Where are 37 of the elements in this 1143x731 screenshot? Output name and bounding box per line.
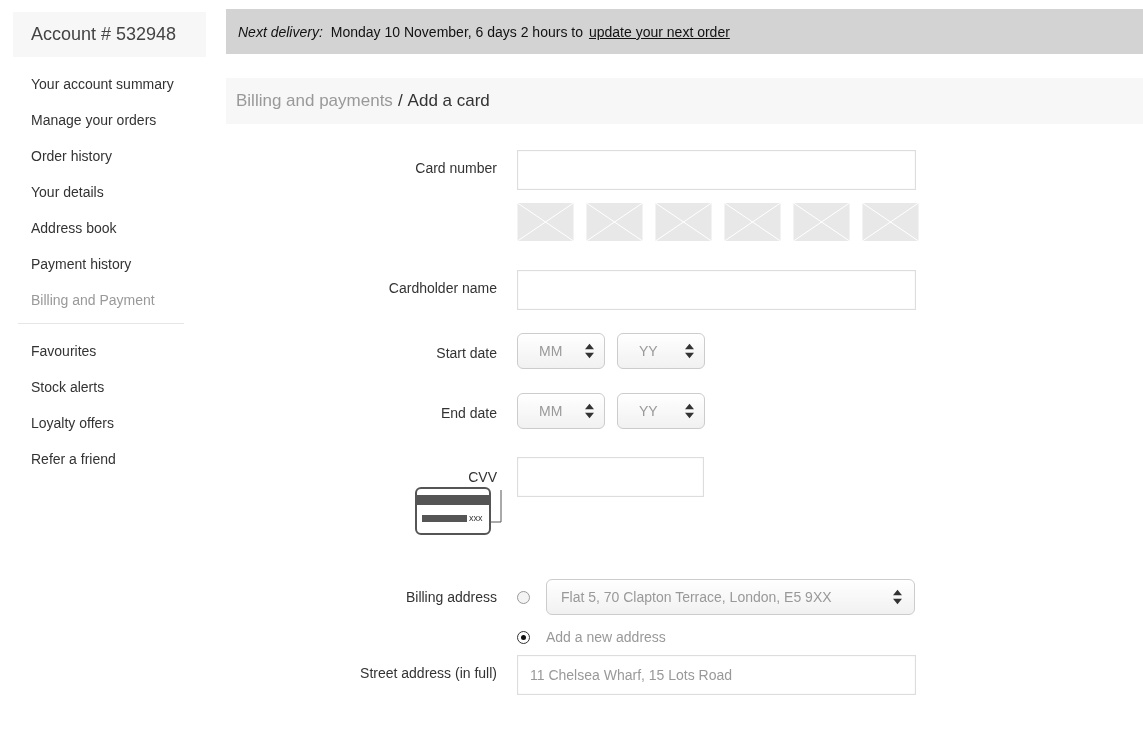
sidebar-item[interactable]: Order history — [31, 141, 206, 177]
sidebar-item[interactable]: Stock alerts — [31, 372, 206, 408]
sort-arrows-icon — [585, 403, 594, 419]
sort-arrows-icon — [893, 589, 902, 605]
field-label: End date — [440, 405, 497, 421]
update-order-link[interactable]: update your next order — [588, 23, 730, 40]
card-back-drawing: xxx — [415, 487, 491, 535]
field-label: Cardholder name — [388, 280, 497, 296]
delivery-label: Next delivery: — [238, 23, 323, 40]
sort-arrows-icon — [685, 403, 694, 419]
sidebar-item[interactable]: Your account summary — [31, 69, 206, 105]
sidebar-item[interactable]: Address book — [31, 213, 206, 249]
delivery-text: Monday 10 November, 6 days 2 hours to — [330, 23, 583, 40]
field-label: Card number — [415, 160, 497, 176]
sidebar-item[interactable]: Loyalty offers — [31, 408, 206, 444]
breadcrumb-current: Add a card — [407, 91, 490, 111]
sidebar-item[interactable]: Favourites — [31, 336, 206, 372]
sidebar-item[interactable]: Payment history — [31, 249, 206, 285]
radio-button[interactable] — [517, 630, 530, 644]
field-label: Street address (in full) — [360, 665, 497, 681]
sidebar-item[interactable]: Refer a friend — [31, 444, 206, 480]
field-label: CVV — [468, 469, 497, 485]
sidebar-item[interactable]: Manage your orders — [31, 105, 206, 141]
sort-arrows-icon — [685, 343, 694, 359]
cvv-field[interactable] — [517, 457, 704, 497]
breadcrumb-separator: / — [397, 91, 403, 111]
cardholder-name-field[interactable] — [517, 270, 916, 310]
radio-button[interactable] — [517, 590, 530, 604]
leader-line — [491, 490, 503, 524]
radio-label: Add a new address — [546, 629, 666, 645]
street-address-field[interactable]: 11 Chelsea Wharf, 15 Lots Road — [517, 655, 916, 695]
field-label: Start date — [436, 345, 497, 361]
sidebar-item[interactable]: Your details — [31, 177, 206, 213]
account-title: Account # 532948 — [13, 12, 206, 57]
field-label: Billing address — [405, 589, 497, 605]
sort-arrows-icon — [585, 343, 594, 359]
card-number-field[interactable] — [517, 150, 916, 190]
